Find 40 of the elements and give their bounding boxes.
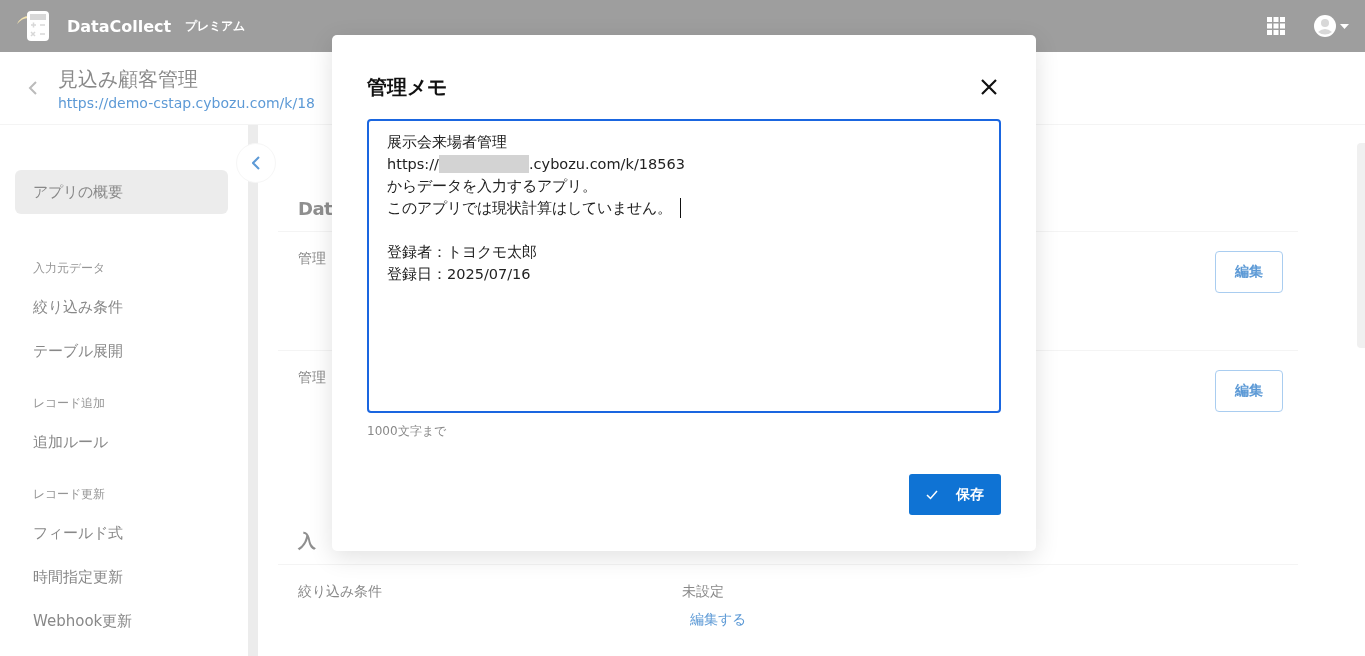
sidebar-item[interactable]: アプリの概要 [15, 170, 228, 214]
sidebar-item[interactable]: Webhook更新 [15, 599, 228, 643]
edit-button[interactable]: 編集 [1215, 251, 1283, 293]
collapse-sidebar-button[interactable] [236, 143, 276, 183]
account-icon[interactable] [1313, 14, 1351, 38]
character-limit-hint: 1000文字まで [367, 423, 446, 440]
memo-url-start: https:// [387, 156, 439, 172]
memo-line: このアプリでは現状計算はしていません。 [387, 198, 672, 218]
back-chevron-icon[interactable] [28, 80, 38, 96]
memo-line: からデータを入力するアプリ。 [387, 176, 597, 196]
save-button[interactable]: 保存 [909, 474, 1001, 515]
memo-line: 登録者：トヨクモ太郎 [387, 242, 537, 262]
memo-field[interactable]: 展示会来場者管理 https:// .cybozu.com/k/18563 からデータを入力するアプリ。 このアプリでは現状計算はしていません。 登録者：トヨクモ太郎 登録日：2025/07/16 [367, 119, 1001, 413]
setting-label: 管理 [298, 250, 326, 268]
apps-grid-icon[interactable] [1267, 17, 1285, 35]
memo-line: 登録日：2025/07/16 [387, 264, 531, 284]
sidebar-group-label: レコード更新 [32, 486, 106, 503]
app-name: DataCollect [67, 16, 172, 36]
setting-label: 絞り込み条件 [298, 583, 382, 601]
edit-button[interactable]: 編集 [1215, 370, 1283, 412]
setting-label: 管理 [298, 369, 326, 387]
app-url: https://demo-cstap.cybozu.com/k/18 [58, 94, 315, 111]
memo-url-end: .cybozu.com/k/18563 [529, 156, 685, 172]
sidebar-item[interactable]: フィールド式 [15, 511, 228, 555]
sidebar-group-label: 入力元データ [32, 260, 106, 277]
setting-value: 未設定 [682, 583, 725, 601]
sidebar-item[interactable]: 絞り込み条件 [15, 285, 228, 329]
plan-label: プレミアム [185, 17, 246, 35]
memo-line: 展示会来場者管理 [387, 132, 507, 152]
page-title: 見込み顧客管理 [58, 65, 199, 93]
sidebar-item[interactable]: 時間指定更新 [15, 555, 228, 599]
check-icon [926, 489, 938, 500]
dialog-title: 管理メモ [367, 73, 447, 101]
sidebar-item[interactable]: テーブル展開 [15, 329, 228, 373]
section-heading: Dat [297, 196, 333, 221]
section-heading: 入 [297, 529, 316, 553]
sidebar-group-label: レコード追加 [32, 395, 106, 412]
chevron-left-icon [252, 156, 260, 170]
edit-link[interactable]: 編集する [682, 611, 746, 629]
sidebar-item[interactable]: 追加ルール [15, 420, 228, 464]
